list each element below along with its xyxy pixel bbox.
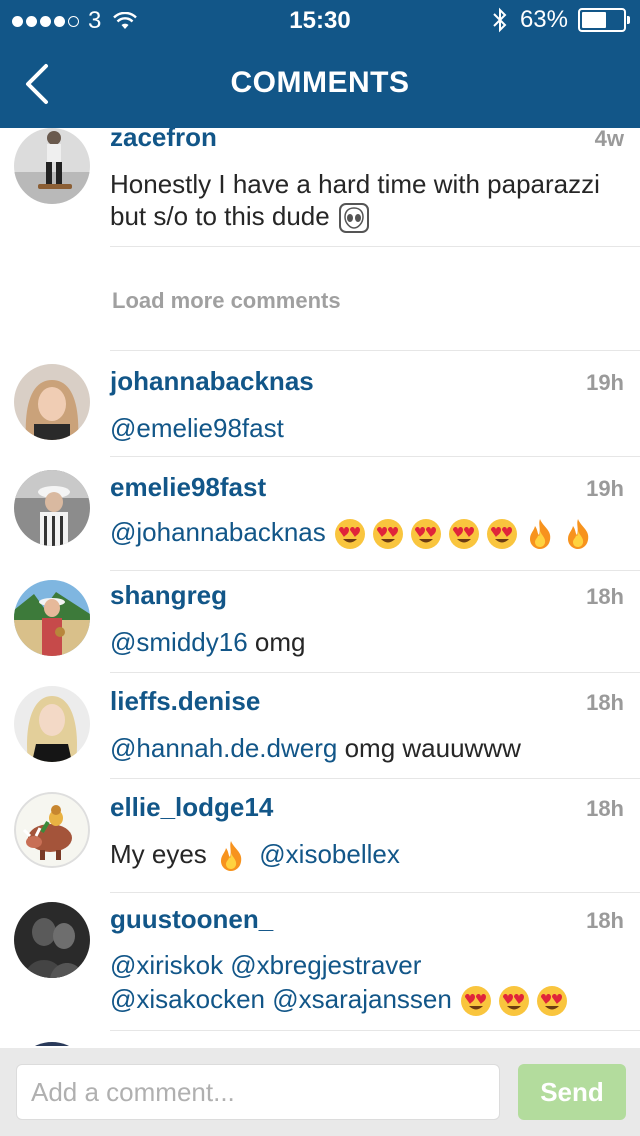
- comment-body: omg wauuwww: [344, 733, 521, 763]
- comment-item: lieffs.denise 18h @hannah.de.dwerg omg w…: [0, 686, 640, 776]
- send-button[interactable]: Send: [518, 1064, 626, 1120]
- avatar[interactable]: [14, 580, 90, 656]
- comment-composer: Send: [0, 1048, 640, 1136]
- bluetooth-icon: [493, 7, 507, 33]
- comment-body: My eyes: [110, 839, 207, 869]
- comment-body: omg: [254, 627, 306, 657]
- avatar[interactable]: [14, 364, 90, 440]
- heart-eyes-emoji-icon: [537, 986, 568, 1017]
- mention-link[interactable]: @hannah.de.dwerg: [110, 733, 337, 763]
- page-title: COMMENTS: [230, 66, 410, 99]
- battery-percent: 63%: [519, 6, 568, 33]
- comment-item: guustoonen_ 18h @xiriskok @xbregjestrave…: [0, 902, 640, 1042]
- comment-item: johannabacknas 19h @emelie98fast: [0, 364, 640, 454]
- comment-divider: [110, 570, 640, 571]
- comment-divider: [110, 1030, 640, 1031]
- heart-eyes-emoji-icon: [461, 986, 492, 1017]
- avatar[interactable]: [14, 470, 90, 546]
- avatar[interactable]: [14, 792, 90, 868]
- mention-link[interactable]: @johannabacknas: [110, 517, 326, 547]
- comment-text: @emelie98fast: [110, 412, 620, 444]
- battery-area: 63%: [492, 6, 630, 34]
- comment-username[interactable]: shangreg: [110, 580, 227, 611]
- comment-username[interactable]: emelie98fast: [110, 472, 266, 503]
- comment-text: @xiriskok @xbregjestraver @xisakocken @x…: [110, 948, 620, 1018]
- avatar[interactable]: [14, 686, 90, 762]
- comment-item: shangreg 18h @smiddy16 omg: [0, 580, 640, 670]
- comment-divider: [110, 350, 640, 351]
- mention-link[interactable]: @xisobellex: [259, 839, 400, 869]
- mention-link[interactable]: @emelie98fast: [110, 413, 284, 443]
- heart-eyes-emoji-icon: [373, 519, 404, 550]
- comment-text: @hannah.de.dwerg omg wauuwww: [110, 732, 620, 764]
- battery-level: [582, 12, 606, 28]
- avatar[interactable]: [14, 128, 90, 204]
- alien-icon: [338, 203, 369, 234]
- comment-item: zacefron 4w Honestly I have a hard time …: [0, 128, 640, 248]
- load-more-comments-button[interactable]: Load more comments: [112, 288, 341, 314]
- comment-username[interactable]: guustoonen_: [110, 904, 273, 935]
- comment-divider: [110, 246, 640, 247]
- comment-username[interactable]: zacefron: [110, 128, 217, 153]
- heart-eyes-emoji-icon: [411, 519, 442, 550]
- comment-input[interactable]: [16, 1064, 500, 1120]
- comment-timestamp: 18h: [586, 796, 624, 821]
- comment-divider: [110, 456, 640, 457]
- comment-timestamp: 18h: [586, 690, 624, 715]
- mention-link[interactable]: @smiddy16: [110, 627, 248, 657]
- comment-timestamp: 19h: [586, 370, 624, 395]
- comment-username[interactable]: lieffs.denise: [110, 686, 260, 717]
- heart-eyes-emoji-icon: [335, 519, 366, 550]
- comment-list[interactable]: zacefron 4w Honestly I have a hard time …: [0, 128, 640, 1046]
- comment-item: ellie_lodge14 18h My eyes @xisobellex: [0, 792, 640, 892]
- battery-icon: [578, 8, 630, 32]
- fire-emoji-icon: [221, 841, 242, 872]
- heart-eyes-emoji-icon: [487, 519, 518, 550]
- fire-emoji-icon: [568, 519, 589, 550]
- heart-eyes-emoji-icon: [499, 986, 530, 1017]
- comment-divider: [110, 778, 640, 779]
- comment-text: My eyes @xisobellex: [110, 838, 620, 873]
- comment-username[interactable]: johannabacknas: [110, 366, 314, 397]
- fire-emoji-icon: [530, 519, 551, 550]
- comment-divider: [110, 892, 640, 893]
- avatar[interactable]: [14, 1042, 90, 1046]
- status-bar: 3 15:30 63%: [0, 0, 640, 40]
- comment-text: @smiddy16 omg: [110, 626, 620, 658]
- avatar[interactable]: [14, 902, 90, 978]
- comment-username[interactable]: ellie_lodge14: [110, 792, 273, 823]
- heart-eyes-emoji-icon: [449, 519, 480, 550]
- comment-item: emelie98fast 19h @johannabacknas: [0, 470, 640, 570]
- comment-text: @johannabacknas: [110, 516, 620, 551]
- comment-timestamp: 18h: [586, 584, 624, 609]
- navigation-bar: COMMENTS: [0, 40, 640, 128]
- comment-timestamp: 19h: [586, 476, 624, 501]
- mention-link[interactable]: @xiriskok @xbregjestraver: [110, 948, 620, 982]
- comment-timestamp: 4w: [594, 128, 624, 151]
- mention-link[interactable]: @xisakocken @xsarajanssen: [110, 984, 452, 1014]
- comment-timestamp: 18h: [586, 908, 624, 933]
- comment-divider: [110, 672, 640, 673]
- comment-text: Honestly I have a hard time with paparaz…: [110, 168, 620, 235]
